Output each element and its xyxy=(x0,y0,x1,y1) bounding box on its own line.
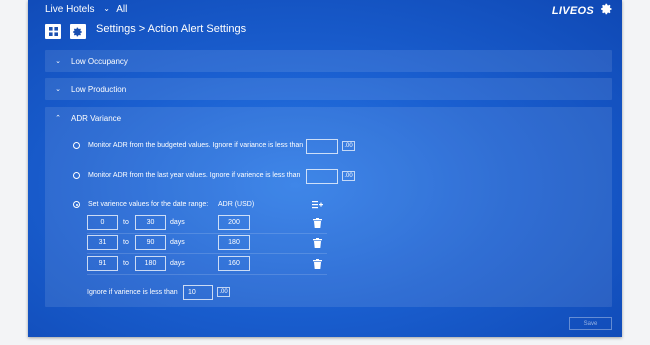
section-low-occupancy: ⌄ Low Occupancy xyxy=(45,50,612,72)
days-label: days xyxy=(170,260,185,267)
adr-value-input[interactable]: 160 xyxy=(218,256,250,271)
decimal-suffix: .00 xyxy=(342,141,355,151)
ignore-variance-input[interactable]: 10 xyxy=(183,285,213,300)
days-label: days xyxy=(170,219,185,226)
settings-button[interactable] xyxy=(70,24,86,39)
adr-column-header: ADR (USD) xyxy=(218,201,255,208)
budgeted-variance-input[interactable] xyxy=(306,139,338,154)
range-to-input[interactable]: 90 xyxy=(135,235,166,250)
section-header-low-occupancy[interactable]: ⌄ Low Occupancy xyxy=(45,50,612,72)
days-label: days xyxy=(170,239,185,246)
to-label: to xyxy=(123,219,129,226)
ignore-label: Ignore if varience is less than xyxy=(87,289,178,296)
option-last-year-label: Monitor ADR from the last year values. I… xyxy=(88,172,301,179)
row-divider xyxy=(87,253,327,254)
radio-date-range[interactable] xyxy=(73,201,80,208)
section-title: Low Occupancy xyxy=(71,56,128,66)
grid-icon xyxy=(48,27,58,36)
save-button[interactable]: Save xyxy=(569,317,612,330)
breadcrumb: Settings > Action Alert Settings xyxy=(96,23,247,35)
option-date-range[interactable]: Set varience values for the date range: xyxy=(73,201,208,208)
range-from-input[interactable]: 91 xyxy=(87,256,118,271)
last-year-variance-input[interactable] xyxy=(306,169,338,184)
gear-icon[interactable] xyxy=(601,3,613,15)
trash-icon[interactable] xyxy=(313,218,322,228)
chevron-down-icon: ⌄ xyxy=(55,86,61,93)
decimal-suffix: .00 xyxy=(342,171,355,181)
to-label: to xyxy=(123,239,129,246)
app-window: Live Hotels ⌄ All LIVEOS Settings > Acti… xyxy=(28,0,622,337)
radio-budgeted[interactable] xyxy=(73,142,80,149)
chevron-up-icon: ⌃ xyxy=(55,115,61,122)
range-to-input[interactable]: 30 xyxy=(135,215,166,230)
row-divider xyxy=(87,274,327,275)
option-budgeted-label: Monitor ADR from the budgeted values. Ig… xyxy=(88,142,304,149)
section-header-adr-variance[interactable]: ⌃ ADR Variance xyxy=(45,107,612,129)
range-from-input[interactable]: 31 xyxy=(87,235,118,250)
top-bar: Live Hotels ⌄ All LIVEOS Settings > Acti… xyxy=(28,0,622,44)
dashboard-button[interactable] xyxy=(45,24,61,39)
option-budgeted[interactable]: Monitor ADR from the budgeted values. Ig… xyxy=(73,142,303,149)
section-header-low-production[interactable]: ⌄ Low Production xyxy=(45,78,612,100)
range-to-input[interactable]: 180 xyxy=(135,256,166,271)
hotel-name: Live Hotels xyxy=(45,4,95,15)
radio-last-year[interactable] xyxy=(73,172,80,179)
add-row-icon[interactable] xyxy=(312,200,323,209)
to-label: to xyxy=(123,260,129,267)
decimal-suffix: .00 xyxy=(217,287,230,297)
chevron-down-icon: ⌄ xyxy=(55,58,61,65)
option-date-range-label: Set varience values for the date range: xyxy=(88,201,209,208)
adr-value-input[interactable]: 180 xyxy=(218,235,250,250)
chevron-down-icon: ⌄ xyxy=(103,4,110,13)
hotel-scope: All xyxy=(116,4,128,15)
section-low-production: ⌄ Low Production xyxy=(45,78,612,100)
row-divider xyxy=(87,233,327,234)
section-title: ADR Variance xyxy=(71,113,122,123)
section-title: Low Production xyxy=(71,84,127,94)
trash-icon[interactable] xyxy=(313,238,322,248)
range-from-input[interactable]: 0 xyxy=(87,215,118,230)
trash-icon[interactable] xyxy=(313,259,322,269)
gear-icon xyxy=(73,27,82,36)
option-last-year[interactable]: Monitor ADR from the last year values. I… xyxy=(73,172,300,179)
liveos-logo: LIVEOS xyxy=(551,5,594,17)
adr-value-input[interactable]: 200 xyxy=(218,215,250,230)
hotel-selector[interactable]: Live Hotels ⌄ All xyxy=(45,4,127,15)
